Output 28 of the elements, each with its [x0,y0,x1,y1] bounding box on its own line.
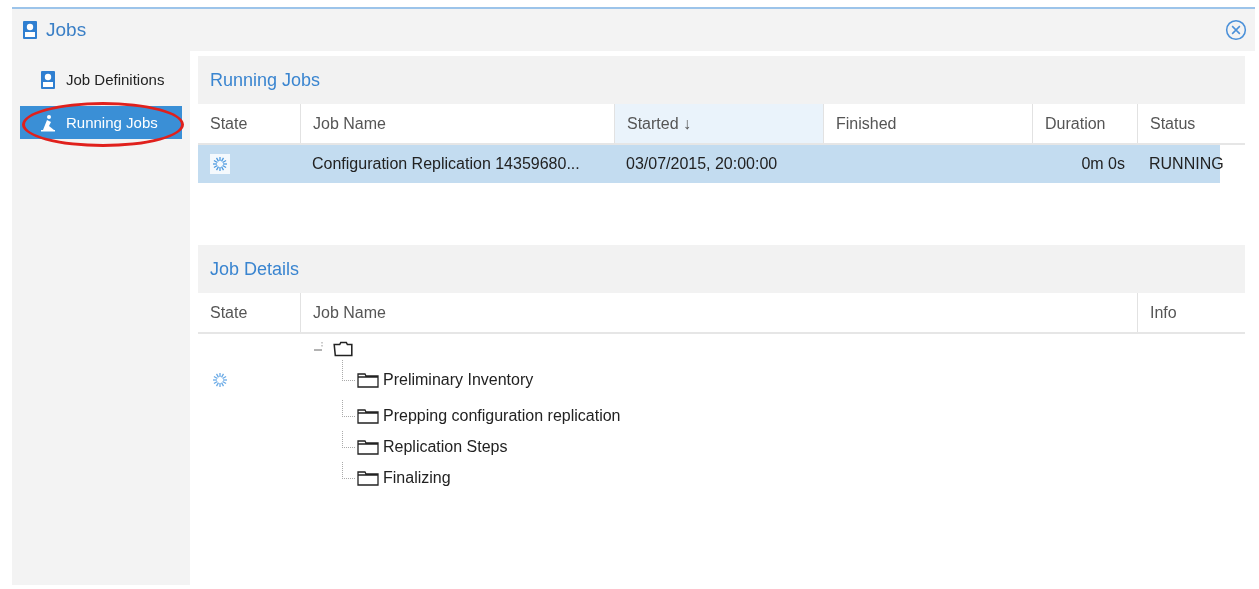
folder-icon [357,438,379,455]
close-icon[interactable] [1225,19,1247,41]
sidebar-item[interactable]: Job Definitions [20,63,182,96]
column-header[interactable]: Finished [823,104,1032,143]
column-header[interactable]: State [198,293,300,332]
panel-header: Job Details [198,245,1245,293]
table-cell: 03/07/2015, 20:00:00 [626,155,778,173]
folder-icon [332,341,354,357]
runner-icon [40,113,56,132]
tree-item[interactable]: Prepping configuration replication [383,406,621,425]
column-header[interactable]: Info [1137,293,1243,332]
folder-icon [357,372,379,388]
table-cell: Configuration Replication 14359680... [312,155,580,173]
worker-icon [22,21,38,39]
panel-header: Running Jobs [198,56,1245,104]
column-header[interactable]: Started ↓ [614,104,823,143]
column-header[interactable]: State [198,104,300,143]
tree-item[interactable]: Preliminary Inventory [383,371,534,389]
tree-item[interactable]: Finalizing [383,468,451,487]
window-title: Jobs [46,19,88,41]
folder-icon [357,469,379,486]
worker-icon [40,70,56,89]
column-header[interactable]: Status [1137,104,1243,143]
column-header[interactable]: Job Name [300,293,1137,332]
folder-icon [357,407,379,424]
column-header[interactable]: Duration [1032,104,1137,143]
tree-item[interactable]: Replication Steps [383,437,508,456]
table-cell: 0m 0s [1081,155,1125,173]
